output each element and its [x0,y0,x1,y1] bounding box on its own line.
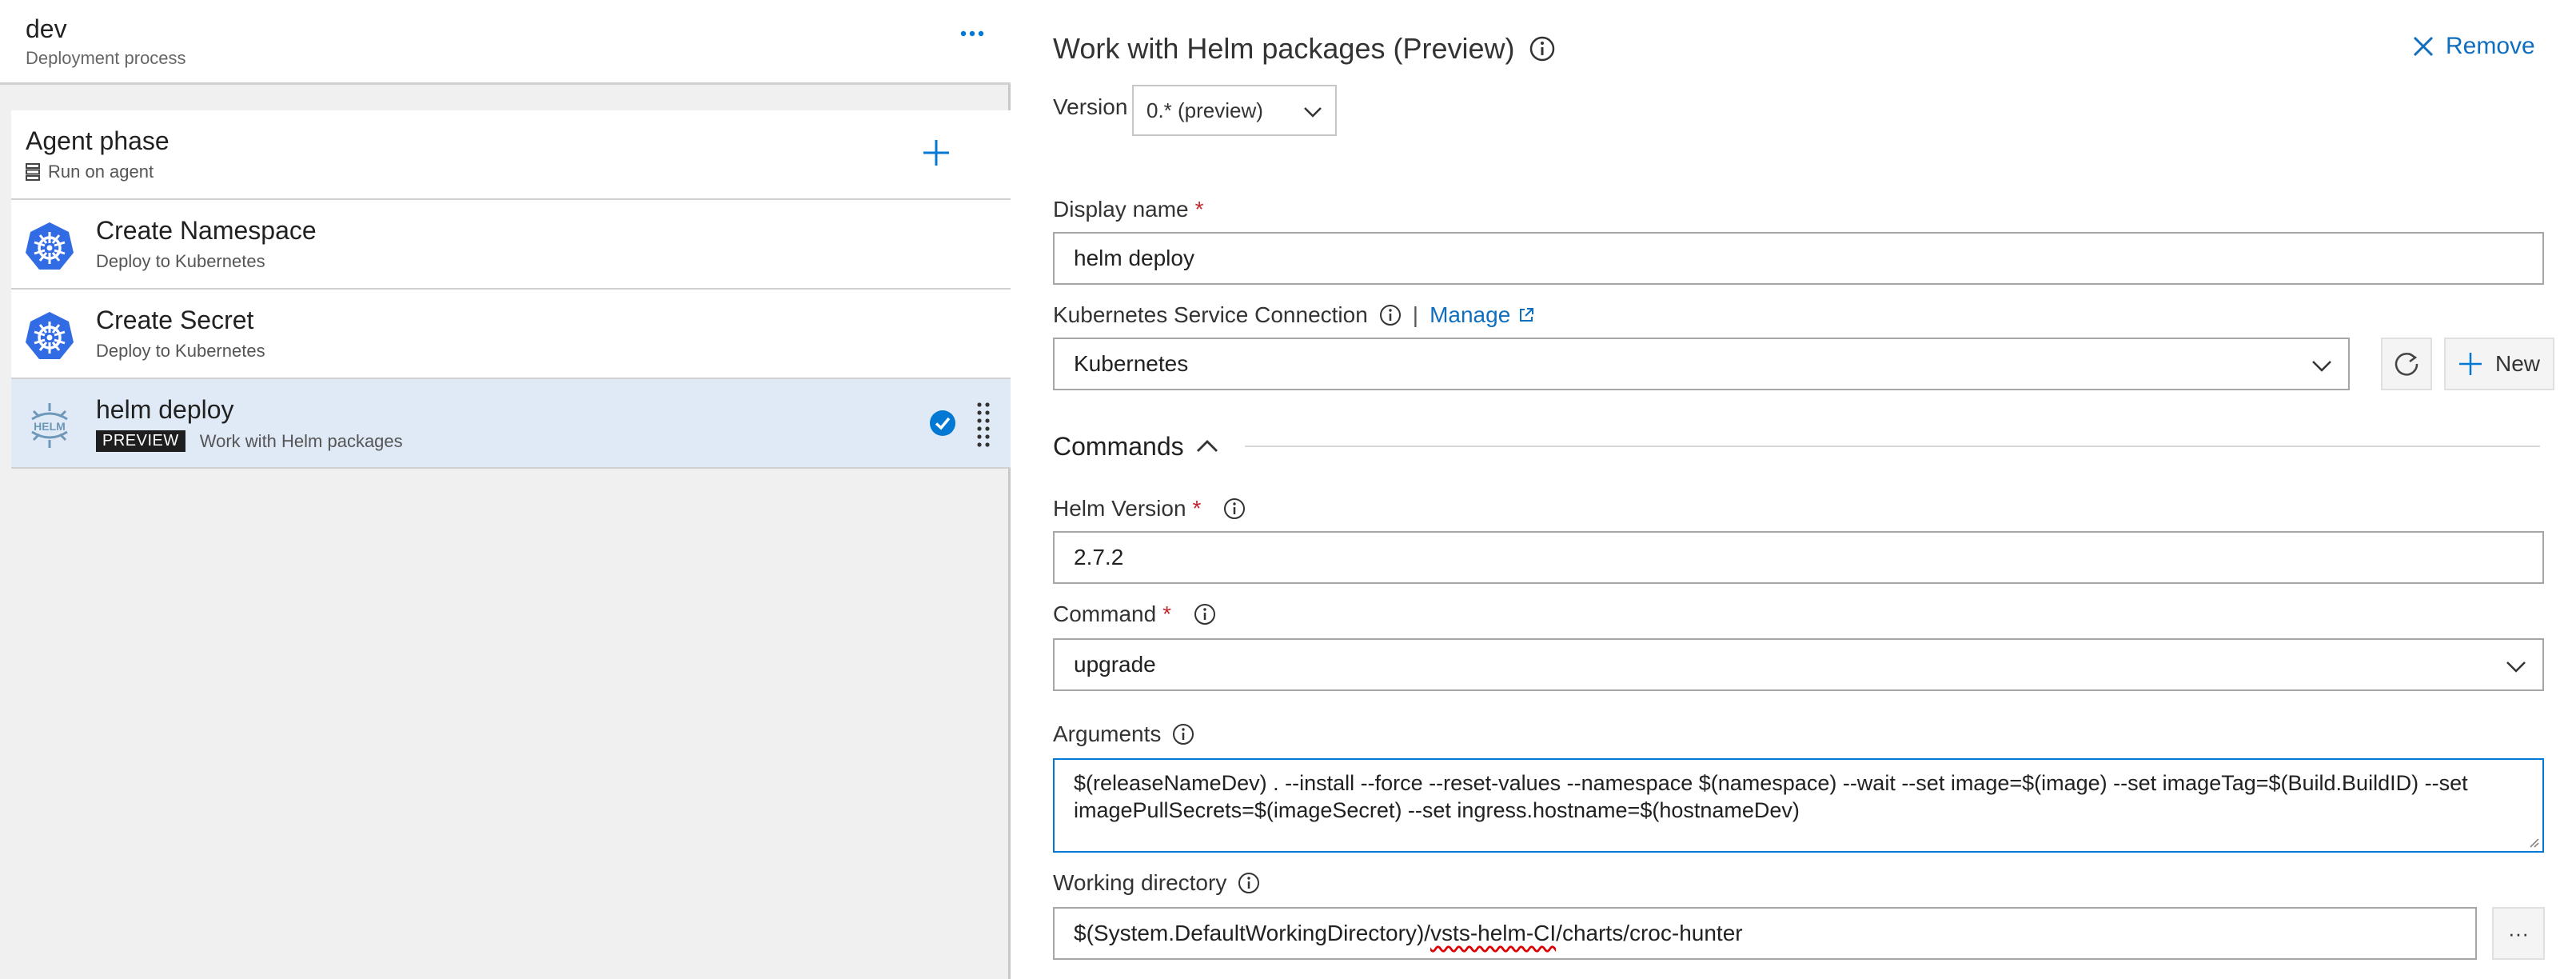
info-icon[interactable] [1238,872,1260,894]
more-horizontal-icon [960,30,984,37]
remove-task-button[interactable]: Remove [2412,30,2535,62]
remove-label: Remove [2446,33,2535,59]
manage-link[interactable]: Manage [1430,302,1534,328]
k8s-connection-value: Kubernetes [1074,351,1189,376]
working-directory-label-text: Working directory [1053,870,1227,895]
required-marker: * [1162,601,1172,626]
new-connection-button[interactable]: New [2444,338,2554,390]
kubernetes-icon [26,312,74,359]
manage-label: Manage [1430,302,1511,327]
task-subtitle-text: Deploy to Kubernetes [96,341,265,361]
version-select[interactable]: 0.* (preview) [1132,85,1337,136]
helm-version-label: Helm Version * [1053,496,1246,521]
info-icon[interactable] [1529,36,1555,62]
display-name-value: helm deploy [1074,246,1194,270]
info-icon[interactable] [1379,304,1402,326]
arguments-label-text: Arguments [1053,721,1162,746]
svg-text:HELM: HELM [34,420,66,433]
task-create-namespace[interactable]: Create Namespace Deploy to Kubernetes [11,200,1011,290]
task-details-title: Work with Helm packages (Preview) [1053,32,1555,66]
command-select[interactable]: upgrade [1053,638,2544,691]
working-directory-suffix: /charts/croc-hunter [1556,921,1743,945]
working-directory-label: Working directory [1053,870,1260,896]
arguments-textarea[interactable]: $(releaseNameDev) . --install --force --… [1053,758,2544,853]
command-label-text: Command [1053,601,1157,626]
arguments-value: $(releaseNameDev) . --install --force --… [1074,771,2468,822]
chevron-down-icon [2312,361,2331,372]
helm-version-input[interactable]: 2.7.2 [1053,531,2544,584]
more-options-button[interactable] [956,18,988,50]
preview-badge: PREVIEW [96,430,185,452]
task-subtitle: Deploy to Kubernetes [96,341,265,362]
working-directory-prefix: $(System.DefaultWorkingDirectory)/ [1074,921,1431,945]
checkmark-circle-icon [930,410,955,436]
ellipsis-icon: ··· [2508,921,2529,945]
required-marker: * [1194,197,1204,222]
chevron-down-icon [2506,661,2526,673]
info-icon[interactable] [1172,723,1194,745]
refresh-icon [2395,352,2418,376]
commands-section-header[interactable]: Commands [1053,430,2540,462]
commands-section-title: Commands [1053,431,1184,461]
external-link-icon [1520,308,1534,322]
release-definition-editor: dev Deployment process Agent phase Run o… [0,0,2576,979]
display-name-input[interactable]: helm deploy [1053,232,2544,285]
arguments-label: Arguments [1053,721,1194,747]
task-create-secret[interactable]: Create Secret Deploy to Kubernetes [11,290,1011,379]
k8s-connection-label-text: Kubernetes Service Connection [1053,302,1368,327]
task-subtitle: PREVIEW Work with Helm packages [96,430,403,452]
helm-icon: HELM [31,403,68,448]
helm-version-label-text: Helm Version [1053,496,1186,521]
k8s-connection-label: Kubernetes Service Connection | Manage [1053,302,1534,328]
resize-grip-icon[interactable] [2526,835,2539,848]
version-value: 0.* (preview) [1146,98,1263,122]
pipeline-header: dev Deployment process [0,0,1011,85]
new-label: New [2494,351,2540,376]
required-marker: * [1192,496,1202,521]
command-value: upgrade [1074,652,1156,677]
kubernetes-icon [26,222,74,270]
phase-subtitle: Run on agent [26,162,154,182]
separator: | [1412,302,1419,327]
task-subtitle-text: Deploy to Kubernetes [96,251,265,271]
chevron-down-icon [1304,107,1322,118]
task-subtitle: Deploy to Kubernetes [96,251,265,272]
drag-handle-icon[interactable] [974,400,993,448]
working-directory-misspelled: vsts-helm-CI [1430,921,1557,945]
task-title: helm deploy [96,395,234,424]
info-icon[interactable] [1194,603,1216,625]
environment-title: dev [26,14,67,43]
agent-phase[interactable]: Agent phase Run on agent [11,110,1011,200]
version-label: Version [1053,94,1128,119]
task-title: Create Secret [96,306,254,334]
command-label: Command * [1053,601,1216,627]
display-name-label: Display name * [1053,197,1204,222]
phase-title: Agent phase [26,126,169,155]
working-directory-value: $(System.DefaultWorkingDirectory)/vsts-h… [1074,921,1743,946]
k8s-connection-select[interactable]: Kubernetes [1053,338,2350,390]
plus-icon [923,140,949,166]
section-divider [1244,446,2540,447]
helm-version-value: 2.7.2 [1074,545,1124,569]
working-directory-input[interactable]: $(System.DefaultWorkingDirectory)/vsts-h… [1053,907,2477,960]
server-icon [26,163,40,181]
task-details-title-text: Work with Helm packages (Preview) [1053,32,1515,65]
display-name-label-text: Display name [1053,197,1189,222]
phase-subtitle-text: Run on agent [48,162,154,182]
refresh-button[interactable] [2381,338,2432,390]
close-icon [2413,36,2434,57]
task-title: Create Namespace [96,216,317,245]
task-subtitle-text: Work with Helm packages [199,430,403,451]
plus-icon [2458,353,2482,375]
add-task-button[interactable] [916,133,956,173]
browse-button[interactable]: ··· [2492,907,2545,960]
chevron-up-icon [1196,440,1218,452]
pipeline-panel: dev Deployment process Agent phase Run o… [0,0,1011,979]
info-icon[interactable] [1223,497,1246,520]
task-details-panel: Work with Helm packages (Preview) Remove… [1013,0,2576,979]
environment-subtitle: Deployment process [26,48,186,68]
task-helm-deploy[interactable]: HELM helm deploy PREVIEW Work with Helm … [11,379,1011,469]
